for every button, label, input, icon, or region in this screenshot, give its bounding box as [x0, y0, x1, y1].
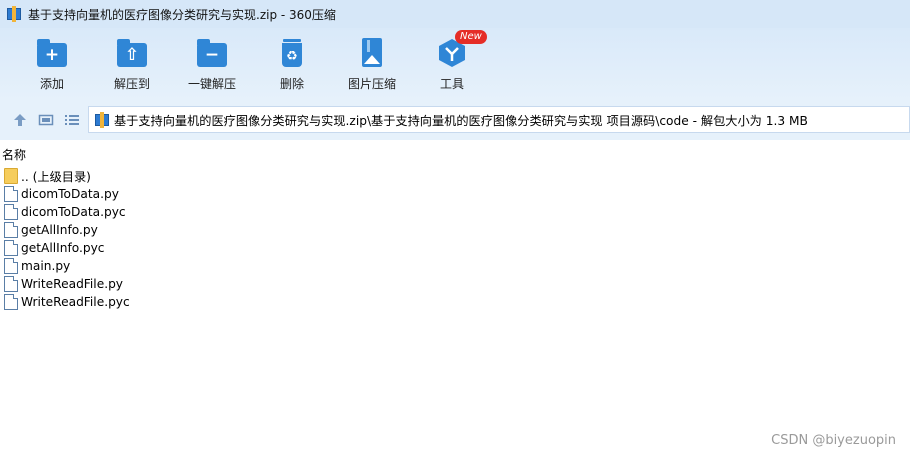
- file-list: .. (上级目录) dicomToData.py dicomToData.pyc…: [0, 167, 910, 311]
- file-icon: [4, 276, 18, 292]
- delete-button-label: 删除: [279, 77, 304, 91]
- one-click-extract-icon: −: [195, 38, 229, 68]
- file-name: getAllInfo.py: [21, 223, 98, 237]
- file-icon: [4, 294, 18, 310]
- list-item[interactable]: WriteReadFile.py: [0, 275, 910, 293]
- delete-button[interactable]: ♻ 删除: [252, 38, 332, 92]
- up-arrow-icon[interactable]: [12, 112, 28, 128]
- file-name: WriteReadFile.py: [21, 277, 124, 291]
- image-compress-button-label: 图片压缩: [347, 77, 396, 91]
- one-click-extract-button-label: 一键解压: [187, 77, 236, 91]
- extract-to-button-label: 解压到: [113, 77, 150, 91]
- tools-icon: New: [435, 30, 487, 68]
- new-badge: New: [455, 30, 487, 44]
- watermark: CSDN @biyezuopin: [771, 433, 896, 448]
- list-item[interactable]: dicomToData.py: [0, 185, 910, 203]
- image-compress-icon: [355, 38, 389, 68]
- file-name: main.py: [21, 259, 71, 273]
- name-column-header[interactable]: 名称: [2, 146, 26, 163]
- list-item[interactable]: main.py: [0, 257, 910, 275]
- recycle-delete-icon: ♻: [275, 38, 309, 68]
- file-icon: [4, 222, 18, 238]
- folder-icon: [4, 168, 18, 184]
- list-view-icon[interactable]: [64, 112, 80, 128]
- column-header: 名称: [0, 143, 910, 165]
- file-icon: [4, 240, 18, 256]
- address-bar[interactable]: 基于支持向量机的医疗图像分类研究与实现.zip\基于支持向量机的医疗图像分类研究…: [88, 106, 910, 133]
- list-item[interactable]: getAllInfo.py: [0, 221, 910, 239]
- list-item[interactable]: getAllInfo.pyc: [0, 239, 910, 257]
- window-title: 基于支持向量机的医疗图像分类研究与实现.zip - 360压缩: [28, 7, 336, 22]
- list-item[interactable]: WriteReadFile.pyc: [0, 293, 910, 311]
- image-compress-button[interactable]: 图片压缩: [332, 38, 412, 92]
- file-icon: [4, 186, 18, 202]
- extract-to-button[interactable]: ⇧ 解压到: [92, 38, 172, 92]
- title-bar: 基于支持向量机的医疗图像分类研究与实现.zip - 360压缩: [0, 0, 910, 28]
- file-icon: [4, 204, 18, 220]
- archive-app-icon: [6, 6, 22, 22]
- add-button[interactable]: + 添加: [12, 38, 92, 92]
- file-name: getAllInfo.pyc: [21, 241, 105, 255]
- file-name: dicomToData.py: [21, 187, 119, 201]
- file-name: WriteReadFile.pyc: [21, 295, 130, 309]
- thumbnail-view-icon[interactable]: [38, 112, 54, 128]
- address-path: 基于支持向量机的医疗图像分类研究与实现.zip\基于支持向量机的医疗图像分类研究…: [114, 113, 808, 128]
- archive-icon: [94, 111, 110, 128]
- file-icon: [4, 258, 18, 274]
- add-folder-icon: +: [35, 38, 69, 68]
- file-name: dicomToData.pyc: [21, 205, 126, 219]
- tools-button-label: 工具: [439, 77, 464, 91]
- file-name: .. (上级目录): [21, 170, 91, 184]
- main-toolbar: + 添加 ⇧ 解压到 − 一键解压 ♻ 删除 图片压缩 New 工具: [0, 28, 910, 100]
- one-click-extract-button[interactable]: − 一键解压: [172, 38, 252, 92]
- list-item-parent[interactable]: .. (上级目录): [0, 167, 910, 185]
- extract-to-icon: ⇧: [115, 38, 149, 68]
- tools-button[interactable]: New 工具: [412, 30, 492, 92]
- list-item[interactable]: dicomToData.pyc: [0, 203, 910, 221]
- add-button-label: 添加: [39, 77, 64, 91]
